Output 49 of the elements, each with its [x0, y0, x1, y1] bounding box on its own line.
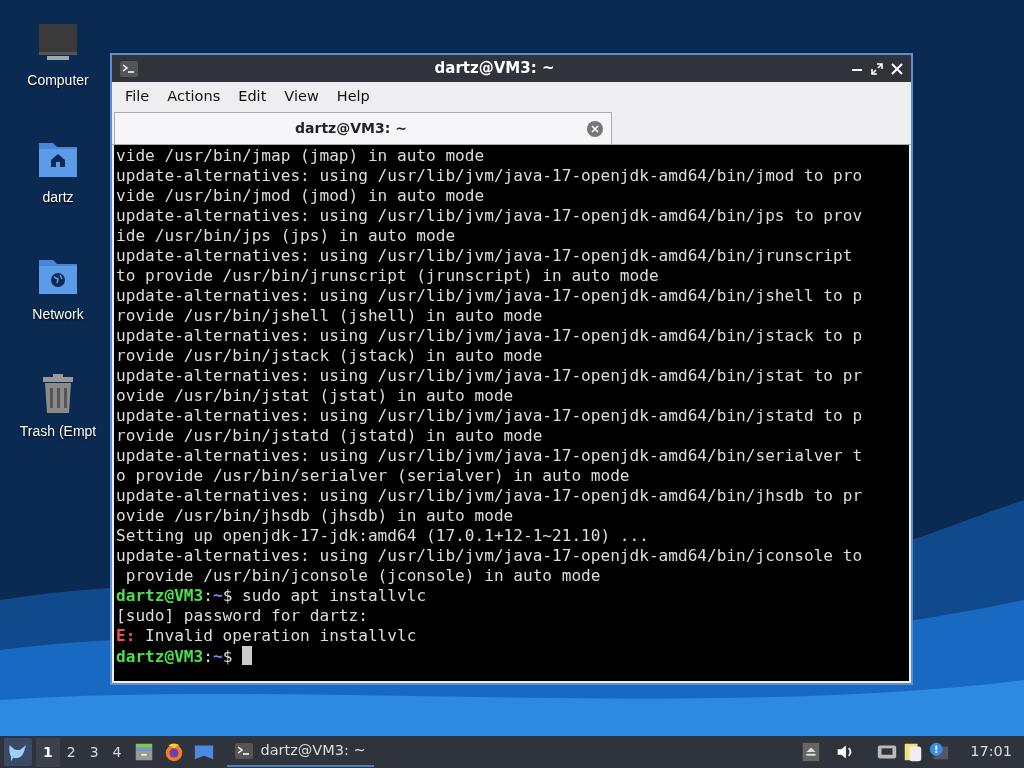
terminal-line: update-alternatives: using /usr/lib/jvm/java-17-openjdk-amd64/bin/jstatd to p	[116, 406, 863, 426]
terminal-line: Setting up openjdk-17-jdk:amd64 (17.0.1+12-1~21.10) ...	[116, 526, 649, 546]
terminal-line: rovide /usr/bin/jstatd (jstatd) in auto mode	[116, 426, 543, 446]
terminal-line: ovide /usr/bin/jstat (jstat) in auto mode	[116, 386, 514, 406]
menu-item[interactable]: Edit	[229, 86, 276, 108]
maximize-icon[interactable]	[871, 62, 883, 75]
terminal-line: E: Invalid operation installvlc	[116, 626, 417, 646]
clock[interactable]: 17:01	[970, 741, 1012, 763]
terminal-line: dartz@VM3:~$ sudo apt installvlc	[116, 586, 427, 606]
desktop-icon-label[interactable]: Computer	[27, 70, 89, 91]
terminal-line: [sudo] password for dartz:	[116, 606, 368, 626]
terminal-line: rovide /usr/bin/jstack (jstack) in auto mode	[116, 346, 543, 366]
terminal-line: update-alternatives: using /usr/lib/jvm/java-17-openjdk-amd64/bin/jconsole to	[116, 546, 863, 566]
terminal-tab[interactable]: dartz@VM3: ~	[114, 112, 612, 144]
menu-item[interactable]: Actions	[158, 86, 230, 108]
menu-item[interactable]: Help	[327, 86, 379, 108]
terminal-line: dartz@VM3:~$	[116, 646, 252, 666]
desktop-icon-label[interactable]: Trash (Empt	[19, 421, 97, 442]
terminal-icon	[120, 60, 138, 77]
terminal-line: provide /usr/bin/jconsole (jconsole) in auto mode	[124, 566, 601, 586]
terminal-line: ide /usr/bin/jps (jps) in auto mode	[116, 226, 456, 246]
taskbar-task[interactable]: dartz@VM3: ~	[226, 737, 374, 767]
terminal-line: update-alternatives: using /usr/lib/jvm/java-17-openjdk-amd64/bin/jhsdb to pr	[116, 486, 863, 506]
terminal-line: update-alternatives: using /usr/lib/jvm/java-17-openjdk-amd64/bin/jps to prov	[116, 206, 863, 226]
terminal-line: update-alternatives: using /usr/lib/jvm/java-17-openjdk-amd64/bin/jstat to pr	[116, 366, 863, 386]
workspace-button[interactable]: 1	[36, 737, 60, 767]
close-icon[interactable]	[891, 62, 903, 75]
start-menu-icon[interactable]	[4, 738, 32, 766]
terminal-line: update-alternatives: using /usr/lib/jvm/java-17-openjdk-amd64/bin/jmod to pro	[116, 166, 863, 186]
menu-item[interactable]: View	[275, 86, 328, 108]
terminal-line: update-alternatives: using /usr/lib/jvm/java-17-openjdk-amd64/bin/jstack to p	[116, 326, 863, 346]
terminal-line: update-alternatives: using /usr/lib/jvm/java-17-openjdk-amd64/bin/jshell to p	[116, 286, 863, 306]
workspace-button[interactable]: 2	[59, 737, 83, 767]
window-title: dartz@VM3: ~	[434, 58, 555, 80]
workspace-button[interactable]: 3	[82, 737, 106, 767]
terminal-line: update-alternatives: using /usr/lib/jvm/java-17-openjdk-amd64/bin/serialver t	[116, 446, 863, 466]
desktop-icon-label[interactable]: dartz	[42, 187, 74, 208]
terminal-line: to provide /usr/bin/jrunscript (jrunscript) in auto mode	[116, 266, 659, 286]
terminal-line: ovide /usr/bin/jhsdb (jhsdb) in auto mode	[116, 506, 514, 526]
terminal-icon	[234, 743, 253, 759]
menu-item[interactable]: File	[116, 86, 159, 108]
workspace-button[interactable]: 4	[105, 737, 129, 767]
terminal-line: vide /usr/bin/jmap (jmap) in auto mode	[116, 146, 485, 166]
terminal-line: rovide /usr/bin/jshell (jshell) in auto mode	[116, 306, 543, 326]
desktop-icon-label[interactable]: Network	[32, 304, 84, 325]
tab-close-icon[interactable]	[587, 120, 603, 137]
terminal-line: update-alternatives: using /usr/lib/jvm/java-17-openjdk-amd64/bin/jrunscript	[116, 246, 853, 266]
terminal-line: o provide /usr/bin/serialver (serialver) in auto mode	[116, 466, 630, 486]
terminal-line: vide /usr/bin/jmod (jmod) in auto mode	[116, 186, 485, 206]
